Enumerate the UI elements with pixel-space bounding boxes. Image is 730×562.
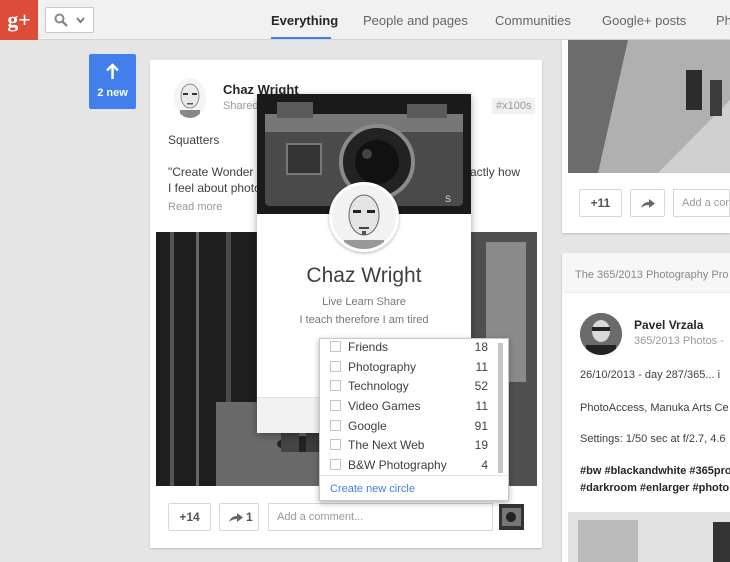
circle-name: The Next Web (348, 438, 425, 452)
new-posts-button[interactable]: 2 new (89, 54, 136, 109)
author-name-right[interactable]: Pavel Vrzala (634, 318, 703, 332)
post-text-line2: I feel about photo (168, 181, 261, 195)
post-source-right: 365/2013 Photos - (634, 335, 724, 347)
circle-option-video-games[interactable]: Video Games 11 (320, 395, 500, 415)
share-button-right[interactable] (630, 189, 665, 217)
comment-input-right[interactable]: Add a com (673, 189, 730, 217)
circle-count: 19 (474, 438, 488, 452)
circle-option-the-next-web[interactable]: The Next Web 19 (320, 434, 500, 454)
right-post-photo-2[interactable] (568, 512, 730, 562)
circle-name: Photography (348, 360, 417, 374)
share-arrow-icon (641, 199, 655, 208)
post-text-line1: "Create Wonder a (168, 165, 264, 179)
circle-name: Friends (348, 340, 389, 354)
share-arrow-icon (229, 513, 243, 522)
circle-name: Technology (348, 379, 409, 393)
top-navigation-bar: g+ Everything People and pages Communiti… (0, 0, 730, 40)
tab-everything[interactable]: Everything (271, 13, 338, 28)
circle-count: 18 (474, 340, 488, 354)
tab-photos[interactable]: Ph (716, 13, 730, 28)
circle-checkbox[interactable] (330, 420, 341, 431)
add-to-circles-dropdown: Friends 18 Photography 11 Technology 52 … (319, 338, 509, 501)
circle-checkbox[interactable] (330, 341, 341, 352)
arrow-up-icon (106, 63, 119, 79)
comment-input[interactable]: Add a comment... (268, 503, 493, 531)
plus-one-button[interactable]: +14 (168, 503, 211, 531)
circle-count: 91 (474, 419, 488, 433)
create-new-circle-link[interactable]: Create new circle (330, 483, 415, 495)
tab-communities[interactable]: Communities (495, 13, 571, 28)
circle-count: 11 (475, 360, 488, 374)
hovercard-tagline: Live Learn Share (322, 296, 406, 308)
post-text-right-2: PhotoAccess, Manuka Arts Ce (580, 402, 729, 414)
hovercard-name[interactable]: Chaz Wright (257, 264, 471, 288)
tab-google-plus-posts[interactable]: Google+ posts (602, 13, 686, 28)
community-name: The 365/2013 Photography Pro (575, 269, 729, 281)
hovercard-tagline-2: I teach therefore I am tired (299, 314, 429, 326)
post-text-line1-end: actly how (470, 165, 521, 179)
circle-name: B&W Photography (348, 458, 447, 472)
google-plus-logo[interactable]: g+ (0, 0, 38, 40)
circle-option-photography[interactable]: Photography 11 (320, 356, 500, 376)
right-post-card-top: +11 Add a com (562, 40, 730, 233)
hovercard-avatar[interactable] (329, 182, 399, 252)
circle-count: 11 (475, 399, 488, 413)
circle-name: Video Games (348, 399, 421, 413)
share-count: 1 (246, 510, 253, 524)
read-more-link[interactable]: Read more (168, 201, 222, 213)
circles-scrollbar[interactable] (498, 343, 503, 473)
circle-count: 52 (474, 379, 488, 393)
circle-option-technology[interactable]: Technology 52 (320, 375, 500, 395)
circle-checkbox[interactable] (330, 380, 341, 391)
plus-one-button-right[interactable]: +11 (579, 189, 622, 217)
post-title: Squatters (168, 133, 220, 147)
svg-text:S: S (445, 194, 451, 204)
post-text-right-3: Settings: 1/50 sec at f/2.7, 4.6 (580, 433, 726, 445)
share-info: Shared (223, 100, 259, 112)
circle-checkbox[interactable] (330, 361, 341, 372)
author-avatar[interactable] (174, 78, 206, 118)
search-icon (54, 13, 68, 27)
circle-checkbox[interactable] (330, 459, 341, 470)
circle-checkbox[interactable] (330, 400, 341, 411)
hashtag-badge[interactable]: #x100s (492, 98, 536, 114)
circle-option-google[interactable]: Google 91 (320, 415, 500, 435)
author-avatar-right[interactable] (580, 313, 622, 355)
search-button[interactable] (45, 7, 94, 33)
circle-name: Google (348, 419, 387, 433)
hashtags-line-1[interactable]: #bw #blackandwhite #365pro (580, 465, 730, 477)
create-circle-row: Create new circle (320, 475, 508, 501)
chevron-down-icon (76, 17, 85, 24)
right-post-photo[interactable] (568, 40, 730, 173)
hashtags-line-2[interactable]: #darkroom #enlarger #photo (580, 482, 729, 494)
community-header[interactable]: The 365/2013 Photography Pro (562, 253, 730, 293)
active-tab-indicator (271, 37, 331, 39)
commenter-avatar (499, 504, 524, 530)
circle-option-friends[interactable]: Friends 18 (320, 336, 500, 356)
circle-count: 4 (481, 458, 488, 472)
post-text-right-1: 26/10/2013 - day 287/365... i (580, 369, 721, 381)
tab-people-and-pages[interactable]: People and pages (363, 13, 468, 28)
new-posts-count: 2 new (97, 87, 128, 99)
circle-checkbox[interactable] (330, 439, 341, 450)
circle-option-bw-photography[interactable]: B&W Photography 4 (320, 454, 500, 474)
right-post-card: The 365/2013 Photography Pro Pavel Vrzal… (562, 253, 730, 562)
share-button[interactable]: 1 (219, 503, 259, 531)
